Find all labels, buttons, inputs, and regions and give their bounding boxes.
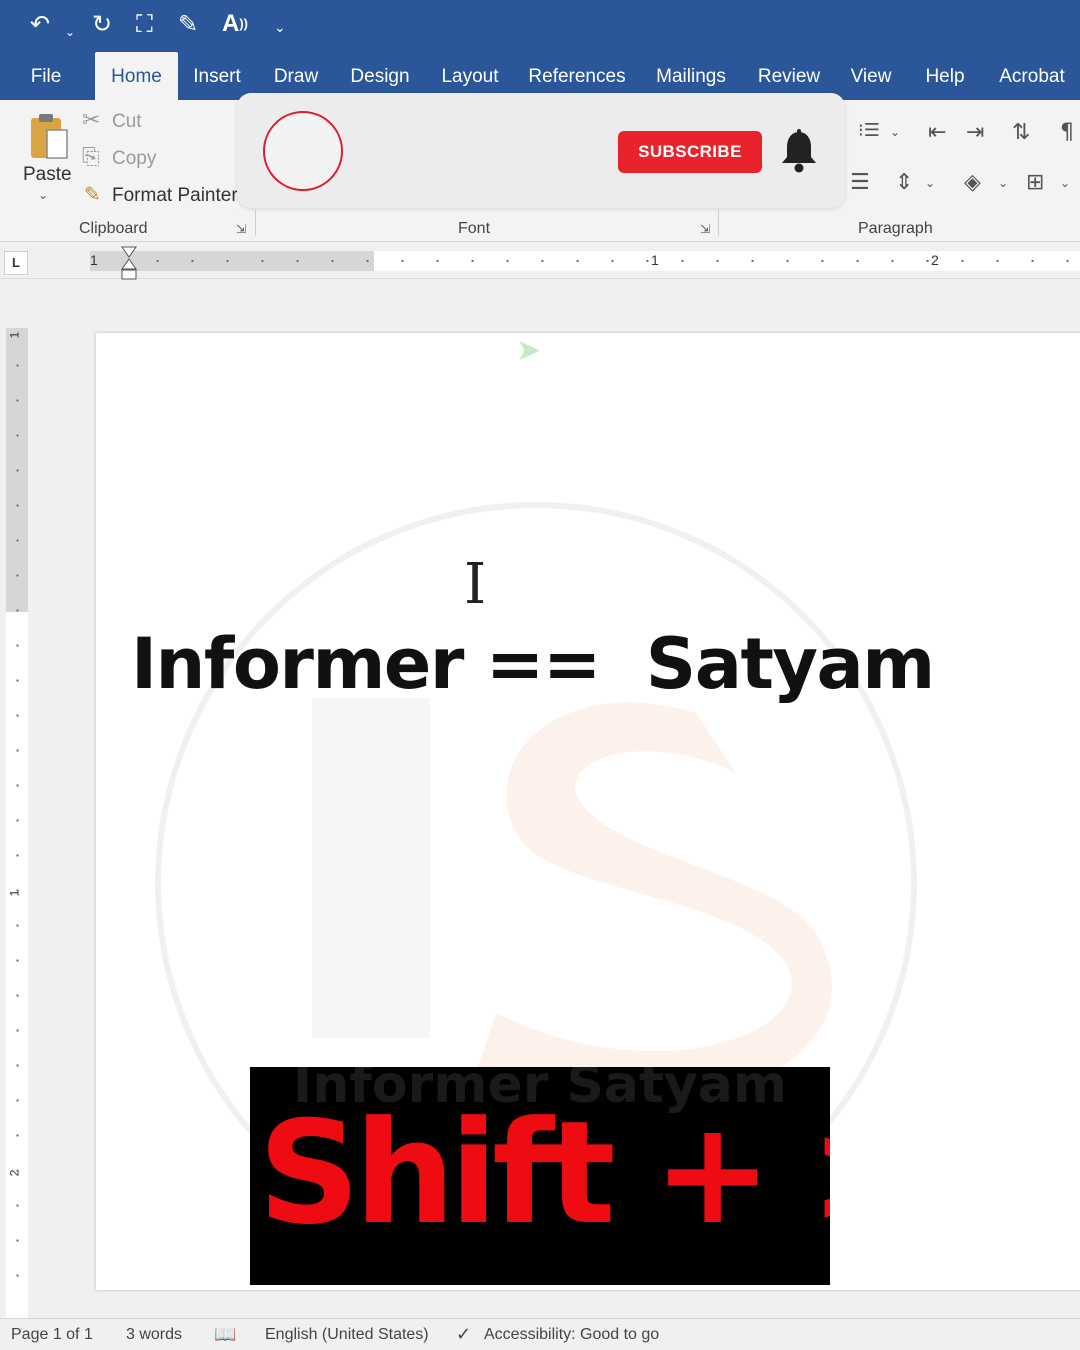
redo-icon[interactable]: ↻ [92,10,112,38]
page-count[interactable]: Page 1 of 1 [11,1326,93,1344]
paste-label: Paste [23,164,72,185]
paste-icon [31,114,68,159]
paste-dropdown-icon[interactable]: ⌄ [38,188,48,202]
accessibility-status[interactable]: Accessibility: Good to go [484,1326,659,1344]
increase-indent-icon[interactable]: ⇥ [966,120,984,145]
vertical-ruler[interactable]: 1 1 2 [6,328,28,1318]
shading-icon[interactable]: ◈ [964,170,981,195]
tab-insert[interactable]: Insert [185,52,249,100]
edit-document-icon[interactable]: ✎ [178,10,198,38]
ruler-dots [140,260,1075,262]
copy-button[interactable]: Copy [112,148,156,170]
decrease-indent-icon[interactable]: ⇤ [928,120,946,145]
ruler-tick-label: 1 [90,252,98,268]
status-bar: Page 1 of 1 3 words 📖 English (United St… [0,1318,1080,1350]
text-cursor-icon: I [464,552,487,617]
shading-dropdown-icon[interactable]: ⌄ [998,176,1008,190]
clipboard-launcher-icon[interactable]: ⇲ [236,222,246,236]
language-status[interactable]: English (United States) [265,1326,429,1344]
paste-button[interactable]: Paste ⌄ [20,110,72,205]
list-dropdown-icon[interactable]: ⌄ [890,125,900,139]
vruler-label: 2 [7,1169,22,1177]
line-spacing-icon[interactable]: ⇕ [895,170,913,195]
tab-view[interactable]: View [842,52,900,100]
sort-icon[interactable]: ⇅ [1012,120,1030,145]
multilevel-list-icon[interactable]: ⁝☰ [858,120,880,141]
undo-icon[interactable]: ↶ [30,10,50,38]
vruler-label: 1 [7,889,22,897]
customize-qat-icon[interactable]: ⌄ [274,14,286,42]
subscribe-button[interactable]: SUBSCRIBE [618,131,762,173]
format-painter-button[interactable]: Format Painter [112,185,238,207]
clipboard-group-label: Clipboard [79,220,148,237]
borders-dropdown-icon[interactable]: ⌄ [1060,176,1070,190]
borders-icon[interactable]: ⊞ [1026,170,1044,195]
touch-mode-icon[interactable]: ⛶ [136,10,153,38]
word-window: ↶ ⌄ ↻ ⛶ ✎ A)) ⌄ File Home Insert Draw De… [0,0,1080,1350]
indent-marker-icon[interactable] [120,245,138,281]
bell-icon[interactable] [779,129,819,175]
cut-button[interactable]: Cut [112,111,142,133]
accessibility-icon: ✓ [456,1324,472,1345]
group-divider [718,210,719,236]
line-spacing-dropdown-icon[interactable]: ⌄ [925,176,935,190]
justify-icon[interactable]: ☰ [850,170,870,195]
vruler-label: 1 [7,331,22,339]
word-count[interactable]: 3 words [126,1326,182,1344]
vruler-dots [16,348,19,1308]
shortcut-keys-text: Shift + > [258,1091,830,1256]
subscribe-overlay: SUBSCRIBE [237,93,845,208]
paragraph-group-label: Paragraph [858,220,933,237]
horizontal-ruler[interactable]: L 1 1 2 [0,243,1080,281]
group-divider [255,210,256,236]
cut-icon: ✂ [82,108,101,133]
read-aloud-icon[interactable]: A)) [222,10,248,38]
font-launcher-icon[interactable]: ⇲ [700,222,710,236]
tab-acrobat[interactable]: Acrobat [990,52,1074,100]
tab-file[interactable]: File [20,52,72,100]
document-heading[interactable]: Informer == Satyam [131,623,935,705]
tab-help[interactable]: Help [916,52,974,100]
show-formatting-icon[interactable]: ¶ [1060,120,1074,145]
proofing-icon[interactable]: 📖 [214,1324,236,1345]
format-painter-icon: ✎ [84,182,101,206]
quick-access-toolbar: ↶ ⌄ ↻ ⛶ ✎ A)) ⌄ [0,0,1080,52]
font-group-label: Font [458,220,491,237]
channel-avatar [263,111,343,191]
tab-home[interactable]: Home [95,52,178,100]
mouse-pointer-icon: ➤ [516,333,542,368]
tab-selector[interactable]: L [4,251,28,275]
undo-dropdown-icon[interactable]: ⌄ [65,18,75,46]
copy-icon: ⎘ [82,145,100,170]
shortcut-caption: Informer Satyam Shift + > [250,1067,830,1285]
